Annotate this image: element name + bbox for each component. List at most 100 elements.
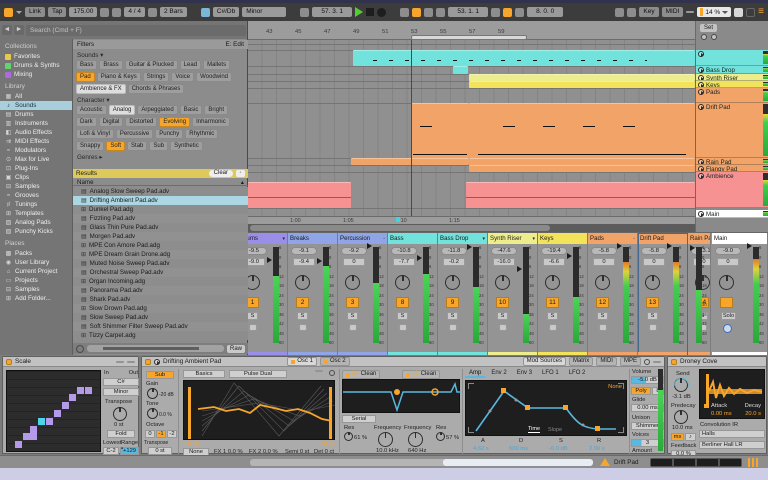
fader-handle[interactable] bbox=[317, 258, 322, 264]
mixer-track-name[interactable]: Synth Riser ▾ bbox=[488, 233, 537, 244]
volume-field[interactable]: 0 bbox=[717, 258, 739, 266]
scale-mode-select[interactable]: Minor bbox=[103, 388, 139, 396]
osc-mod-select[interactable]: None bbox=[183, 448, 209, 455]
scale-grid-cell[interactable] bbox=[46, 418, 53, 425]
filter-tag[interactable]: Basic bbox=[179, 105, 203, 115]
scale-keys-icon[interactable] bbox=[200, 7, 210, 17]
result-item[interactable]: ▤ Drifting Ambient Pad.adv bbox=[73, 196, 248, 205]
arrangement-h-scrollbar[interactable] bbox=[248, 224, 695, 232]
result-item[interactable]: ▤ Panorama Pad.adv bbox=[73, 286, 248, 295]
peak-level-value[interactable]: -5.8 bbox=[641, 247, 667, 255]
places-item[interactable]: ▩ Packs bbox=[0, 249, 72, 258]
result-item[interactable]: ▤ Orchestral Sweep Pad.adv bbox=[73, 268, 248, 277]
arrangement-clip[interactable] bbox=[469, 103, 695, 158]
fold-icon[interactable]: ▾ bbox=[532, 236, 535, 242]
arm-button[interactable] bbox=[649, 324, 657, 331]
capture-midi-icon[interactable] bbox=[436, 7, 446, 17]
scrollbar-thumb[interactable] bbox=[443, 459, 593, 466]
sustain-value[interactable]: -6.0 dB bbox=[549, 446, 568, 452]
arrangement-clip[interactable] bbox=[466, 182, 695, 208]
metronome-icon[interactable] bbox=[147, 7, 157, 17]
pan-knob[interactable] bbox=[719, 275, 734, 290]
fader-handle[interactable] bbox=[667, 243, 672, 249]
filter-tag[interactable]: Pad bbox=[76, 72, 95, 82]
result-item[interactable]: ⊞ Slow Drown Pad.adg bbox=[73, 304, 248, 313]
pan-knob[interactable] bbox=[545, 275, 560, 290]
preview-play-icon[interactable] bbox=[76, 344, 84, 353]
pan-knob[interactable] bbox=[248, 275, 260, 290]
library-item[interactable]: ♪ Sounds bbox=[0, 101, 72, 110]
re-enable-automation-icon[interactable] bbox=[424, 7, 434, 17]
mixer-track-name[interactable]: Rain Pad bbox=[688, 233, 710, 244]
solo-button[interactable]: S bbox=[397, 312, 408, 320]
filter-tag[interactable]: Punchy bbox=[155, 129, 184, 139]
track-unfold-icon[interactable] bbox=[698, 211, 704, 217]
attack-value[interactable]: 0.00 ms bbox=[711, 411, 732, 417]
solo-button[interactable]: S bbox=[547, 312, 558, 320]
fader-handle[interactable] bbox=[617, 243, 622, 249]
mixer-track-name[interactable]: Drift Pad bbox=[638, 233, 687, 244]
send-value[interactable]: -3.1 dB bbox=[672, 394, 691, 400]
track-unfold-icon[interactable] bbox=[698, 173, 704, 179]
filter-tag[interactable]: Ambience & FX bbox=[76, 84, 126, 94]
tab-env2[interactable]: Env 2 bbox=[487, 370, 510, 378]
track-header[interactable]: Bass Drop bbox=[696, 66, 768, 74]
scale-grid-cell[interactable] bbox=[62, 402, 69, 409]
filter-tag[interactable]: Sub bbox=[149, 141, 169, 151]
filter-tag[interactable]: Lead bbox=[179, 60, 202, 70]
osc-waveform-display[interactable] bbox=[183, 380, 336, 440]
clear-filters-button[interactable]: Clear bbox=[208, 170, 233, 177]
link-button[interactable]: Link bbox=[25, 7, 45, 17]
arrangement-clip[interactable] bbox=[248, 182, 351, 208]
filter1-header[interactable]: 24 Clean bbox=[342, 370, 381, 379]
library-item[interactable]: ▤ Drums bbox=[0, 110, 72, 119]
transpose-value[interactable]: 0 st bbox=[114, 422, 123, 428]
places-item[interactable]: ◉ User Library bbox=[0, 258, 72, 267]
result-item[interactable]: ▤ Slow Sweep Pad.adv bbox=[73, 313, 248, 322]
time-signature-field[interactable]: 4 / 4 bbox=[124, 7, 145, 17]
filter-routing-select[interactable]: Serial bbox=[342, 415, 376, 423]
sub-button[interactable]: Sub bbox=[146, 371, 174, 379]
solo-button[interactable]: S bbox=[447, 312, 458, 320]
volume-field[interactable]: -7.7 bbox=[393, 258, 415, 266]
collections-header[interactable]: Collections bbox=[0, 39, 72, 52]
track-header[interactable]: Keys bbox=[696, 81, 768, 88]
peak-level-value[interactable]: -19.4 bbox=[541, 247, 567, 255]
device-chain-overview[interactable] bbox=[650, 458, 742, 467]
pan-knob[interactable] bbox=[645, 275, 660, 290]
places-item[interactable]: ⊞ Add Folder... bbox=[0, 294, 72, 303]
track-activator-button[interactable]: 12 bbox=[596, 297, 609, 308]
arrangement-clip[interactable] bbox=[453, 66, 468, 74]
arrangement-clip[interactable] bbox=[411, 103, 469, 158]
quantize-menu[interactable]: 2 Bars bbox=[159, 7, 187, 17]
cpu-meter[interactable]: 14 % bbox=[697, 7, 732, 17]
osc-mix-slider[interactable] bbox=[329, 387, 332, 439]
sync-toggle[interactable]: ♪ bbox=[685, 433, 696, 441]
volume-field[interactable]: -9.0 bbox=[248, 258, 265, 266]
scale-grid-cell[interactable] bbox=[38, 418, 45, 425]
filter-tag[interactable]: Mallets bbox=[203, 60, 231, 70]
arm-button[interactable] bbox=[549, 324, 557, 331]
volume-field[interactable]: 0 bbox=[643, 258, 665, 266]
tab-midi[interactable]: MIDI bbox=[596, 357, 617, 366]
arrangement-tracks-area[interactable] bbox=[248, 40, 695, 232]
filter-tag[interactable]: Distorted bbox=[125, 117, 158, 127]
volume-field[interactable]: 0 bbox=[593, 258, 615, 266]
library-item[interactable]: ▦ All bbox=[0, 92, 72, 101]
osc-circle-icon[interactable] bbox=[329, 370, 335, 376]
library-item[interactable]: ▨ Punchy Kicks bbox=[0, 227, 72, 236]
chevron-down-icon[interactable] bbox=[16, 10, 22, 14]
pan-knob[interactable] bbox=[395, 275, 410, 290]
arm-button[interactable] bbox=[399, 324, 407, 331]
track-header[interactable]: Rain Pad bbox=[696, 158, 768, 165]
attack-value[interactable]: 4.62 s bbox=[473, 446, 489, 452]
pan-knob[interactable] bbox=[595, 275, 610, 290]
library-item[interactable]: ≈ Grooves bbox=[0, 191, 72, 200]
warning-icon[interactable] bbox=[600, 458, 610, 466]
track-name[interactable]: Ambience bbox=[706, 173, 734, 180]
scale-grid-cell[interactable] bbox=[30, 433, 37, 440]
shape-select[interactable]: Pulse Dual bbox=[229, 370, 287, 378]
filter-curve-display[interactable] bbox=[342, 379, 461, 413]
fader-handle[interactable] bbox=[367, 243, 372, 249]
fold-icon[interactable]: ▾ bbox=[482, 236, 485, 242]
